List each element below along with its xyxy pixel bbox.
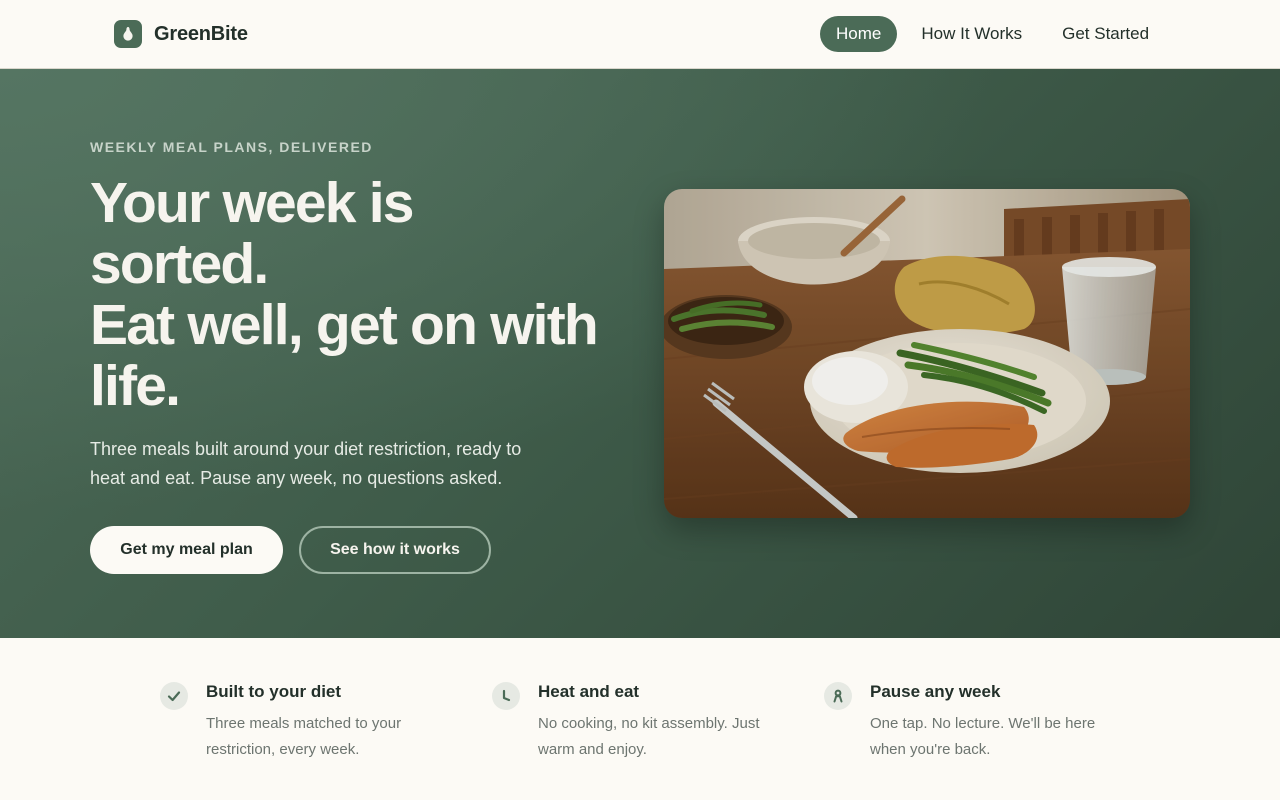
nav-link-home[interactable]: Home bbox=[820, 16, 898, 52]
feature-description-line: restriction, every week. bbox=[206, 741, 360, 758]
hero-eyebrow: WEEKLY MEAL PLANS, DELIVERED bbox=[90, 139, 373, 155]
clock-icon bbox=[492, 682, 520, 710]
feature-description: No cooking, no kit assembly. Just warm a… bbox=[538, 711, 778, 763]
feature-title: Pause any week bbox=[870, 682, 1001, 701]
feature-description-line: Three meals matched to your bbox=[206, 715, 402, 732]
feature-title: Built to your diet bbox=[206, 682, 342, 701]
nav-links: Home How It Works Get Started bbox=[820, 16, 1173, 52]
features-section: Built to your diet Three meals matched t… bbox=[0, 638, 1280, 800]
feature-description: One tap. No lecture. We'll be here when … bbox=[870, 711, 1110, 763]
feature-description-line: when you're back. bbox=[870, 741, 991, 758]
nav-link-get-started[interactable]: Get Started bbox=[1046, 16, 1165, 52]
headline-line: sorted. bbox=[90, 232, 269, 296]
headline-line: Your week is bbox=[90, 171, 414, 235]
feature-description-line: warm and enjoy. bbox=[538, 741, 647, 758]
hero-headline: Your week is sorted. Eat well, get on wi… bbox=[90, 173, 650, 417]
feature-description-line: One tap. No lecture. We'll be here bbox=[870, 715, 1096, 732]
subcopy-line: Three meals built around your diet restr… bbox=[90, 439, 522, 459]
hero-subcopy: Three meals built around your diet restr… bbox=[90, 435, 590, 493]
hero-meal-photo bbox=[664, 189, 1190, 518]
check-icon bbox=[160, 682, 188, 710]
headline-line: Eat well, get on with bbox=[90, 293, 599, 357]
get-meal-plan-button[interactable]: Get my meal plan bbox=[90, 526, 283, 574]
subcopy-line: heat and eat. Pause any week, no questio… bbox=[90, 468, 503, 488]
brand-name: GreenBite bbox=[154, 22, 248, 45]
feature-description: Three meals matched to your restriction,… bbox=[206, 711, 446, 763]
feature-description-line: No cooking, no kit assembly. Just bbox=[538, 715, 760, 732]
pear-logo-icon bbox=[114, 20, 142, 48]
top-nav: GreenBite Home How It Works Get Started bbox=[0, 0, 1280, 69]
feature-title: Heat and eat bbox=[538, 682, 640, 701]
see-how-it-works-button[interactable]: See how it works bbox=[299, 526, 491, 574]
nav-link-how-it-works[interactable]: How It Works bbox=[905, 16, 1038, 52]
headline-line: life. bbox=[90, 354, 181, 418]
person-icon bbox=[824, 682, 852, 710]
hero-section: WEEKLY MEAL PLANS, DELIVERED Your week i… bbox=[0, 69, 1280, 638]
brand-logo-link[interactable]: GreenBite bbox=[114, 20, 248, 48]
